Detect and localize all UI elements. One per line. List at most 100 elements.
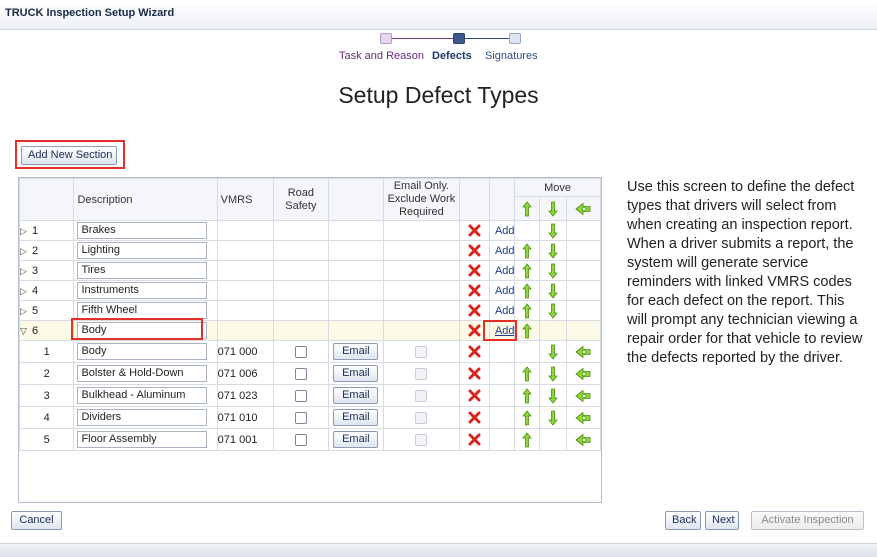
email-only-checkbox [415,345,428,358]
next-button[interactable]: Next [705,511,739,530]
green-move-section-icon[interactable] [575,345,591,359]
section-number[interactable]: ▷ 5 [19,300,75,321]
step-label-signatures[interactable]: Signatures [485,50,538,62]
road-safety-checkbox[interactable] [294,367,307,380]
defect-name-input[interactable]: Body [77,343,208,360]
road-safety-checkbox[interactable] [294,411,307,424]
red-x-icon [468,367,481,380]
delete-cell[interactable] [458,340,490,363]
delete-cell[interactable] [458,260,490,281]
email-button[interactable]: Email [333,387,379,404]
defect-number: 4 [19,406,75,429]
step-connector [386,38,454,39]
email-button[interactable]: Email [333,431,379,448]
cancel-button[interactable]: Cancel [11,511,62,530]
green-move-section-icon[interactable] [575,367,591,381]
green-down-arrow-icon[interactable] [548,303,558,319]
bottom-bar [0,543,877,557]
step-indicator-signatures[interactable] [509,33,521,44]
delete-cell[interactable] [458,362,490,385]
green-up-arrow-icon[interactable] [522,322,533,339]
red-x-icon [468,345,481,358]
green-up-arrow-icon[interactable] [522,302,533,319]
defect-row: 2 Bolster & Hold-Down 071 006 Email [19,362,601,385]
section-row: ▷ 4 Instruments Add [19,280,601,301]
road-safety-checkbox[interactable] [294,345,307,358]
defect-name-input[interactable]: Bolster & Hold-Down [77,365,208,382]
delete-cell[interactable] [458,428,490,451]
section-number[interactable]: ▷ 3 [19,260,75,281]
defect-number: 5 [19,428,75,451]
red-x-icon [468,411,481,424]
red-x-icon [468,389,481,402]
section-name-input[interactable]: Fifth Wheel [77,302,208,319]
window-title: TRUCK Inspection Setup Wizard [5,7,175,19]
green-up-arrow-icon[interactable] [522,387,533,404]
green-down-arrow-icon[interactable] [548,410,558,426]
red-x-icon [468,264,481,277]
delete-cell[interactable] [458,384,490,407]
section-number[interactable]: ▷ 4 [19,280,75,301]
green-up-arrow-icon[interactable] [522,431,533,448]
email-button[interactable]: Email [333,343,379,360]
column-header-add [488,178,516,221]
delete-cell[interactable] [458,220,490,241]
green-down-arrow-icon[interactable] [548,344,558,360]
green-down-arrow-icon[interactable] [548,283,558,299]
add-defect-link[interactable]: Add [490,305,514,317]
back-button[interactable]: Back [665,511,701,530]
green-down-arrow-icon[interactable] [548,388,558,404]
vmrs-code: 071 010 [216,406,275,429]
collapse-triangle-icon[interactable]: ▽ [21,326,32,337]
green-move-section-icon[interactable] [575,433,591,447]
email-only-checkbox [415,389,428,402]
green-down-arrow-icon[interactable] [548,223,558,239]
section-number[interactable]: ▷ 1 [19,220,75,241]
expand-triangle-icon[interactable]: ▷ [21,226,32,237]
road-safety-checkbox[interactable] [294,389,307,402]
vmrs-code: 071 000 [216,340,275,363]
green-up-arrow-icon[interactable] [522,409,533,426]
add-defect-link[interactable]: Add [490,225,514,237]
email-button[interactable]: Email [333,365,379,382]
green-down-arrow-icon[interactable] [548,366,558,382]
step-label-task-and-reason[interactable]: Task and Reason [339,50,424,62]
section-name-input[interactable]: Instruments [77,282,208,299]
green-move-section-icon [575,202,591,215]
green-up-arrow-icon[interactable] [522,242,533,259]
defect-name-input[interactable]: Dividers [77,409,208,426]
expand-triangle-icon[interactable]: ▷ [21,306,32,317]
section-number[interactable]: ▽ 6 [19,320,75,341]
green-up-arrow-icon[interactable] [522,262,533,279]
defect-number: 1 [19,340,75,363]
add-defect-link[interactable]: Add [490,245,514,257]
green-up-arrow-icon[interactable] [522,282,533,299]
section-name-input[interactable]: Lighting [77,242,208,259]
road-safety-checkbox[interactable] [294,433,307,446]
section-name-input[interactable]: Tires [77,262,208,279]
expand-triangle-icon[interactable]: ▷ [21,246,32,257]
green-down-arrow-icon[interactable] [548,263,558,279]
section-name-input[interactable]: Brakes [77,222,208,239]
add-defect-link[interactable]: Add [490,285,514,297]
delete-cell[interactable] [458,280,490,301]
green-move-section-icon[interactable] [575,411,591,425]
step-indicator-task-and-reason[interactable] [380,33,392,44]
green-up-arrow-icon[interactable] [522,365,533,382]
defect-name-input[interactable]: Bulkhead - Aluminum [77,387,208,404]
delete-cell[interactable] [458,300,490,321]
email-only-checkbox [415,433,428,446]
column-header-email [327,178,385,221]
green-move-section-icon[interactable] [575,389,591,403]
expand-triangle-icon[interactable]: ▷ [21,266,32,277]
add-defect-link[interactable]: Add [490,265,514,277]
delete-cell[interactable] [458,240,490,261]
delete-cell[interactable] [458,406,490,429]
defect-name-input[interactable]: Floor Assembly [77,431,208,448]
email-button[interactable]: Email [333,409,379,426]
green-down-arrow-icon[interactable] [548,243,558,259]
highlight-box [483,320,517,341]
section-number[interactable]: ▷ 2 [19,240,75,261]
expand-triangle-icon[interactable]: ▷ [21,286,32,297]
column-header-road-safety: Road Safety [273,178,329,221]
